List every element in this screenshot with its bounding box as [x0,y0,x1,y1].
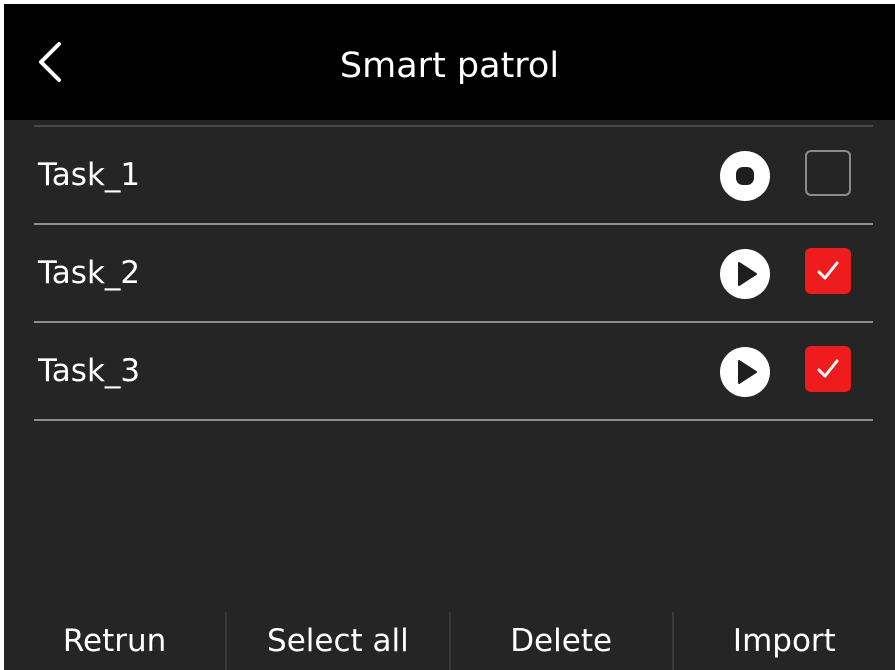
select-all-button[interactable]: Select all [225,612,448,670]
stop-circle-icon [720,151,770,201]
task-label: Task_3 [38,353,141,389]
task-row[interactable]: Task_3 [34,323,873,421]
play-task-button[interactable] [720,249,770,299]
task-label: Task_2 [38,255,141,291]
return-button[interactable]: Retrun [4,612,225,670]
task-checkbox[interactable] [805,346,851,392]
stop-task-button[interactable] [720,151,770,201]
footer-toolbar: Retrun Select all Delete Import [4,612,895,670]
header-bar: Smart patrol [4,4,895,120]
play-circle-icon [720,347,770,397]
delete-button[interactable]: Delete [448,612,672,670]
task-row[interactable]: Task_1 [34,127,873,225]
task-checkbox[interactable] [805,248,851,294]
task-list: Task_1 Task_2 Task_3 [34,127,873,421]
checkmark-icon [817,261,839,280]
checkmark-icon [817,359,839,378]
smart-patrol-screen: Smart patrol Task_1 Task_2 Task_3 Retrun… [4,4,895,670]
task-label: Task_1 [38,157,141,193]
task-checkbox[interactable] [805,150,851,196]
play-task-button[interactable] [720,347,770,397]
import-button[interactable]: Import [671,612,895,670]
play-circle-icon [720,249,770,299]
task-row[interactable]: Task_2 [34,225,873,323]
page-title: Smart patrol [339,46,560,86]
